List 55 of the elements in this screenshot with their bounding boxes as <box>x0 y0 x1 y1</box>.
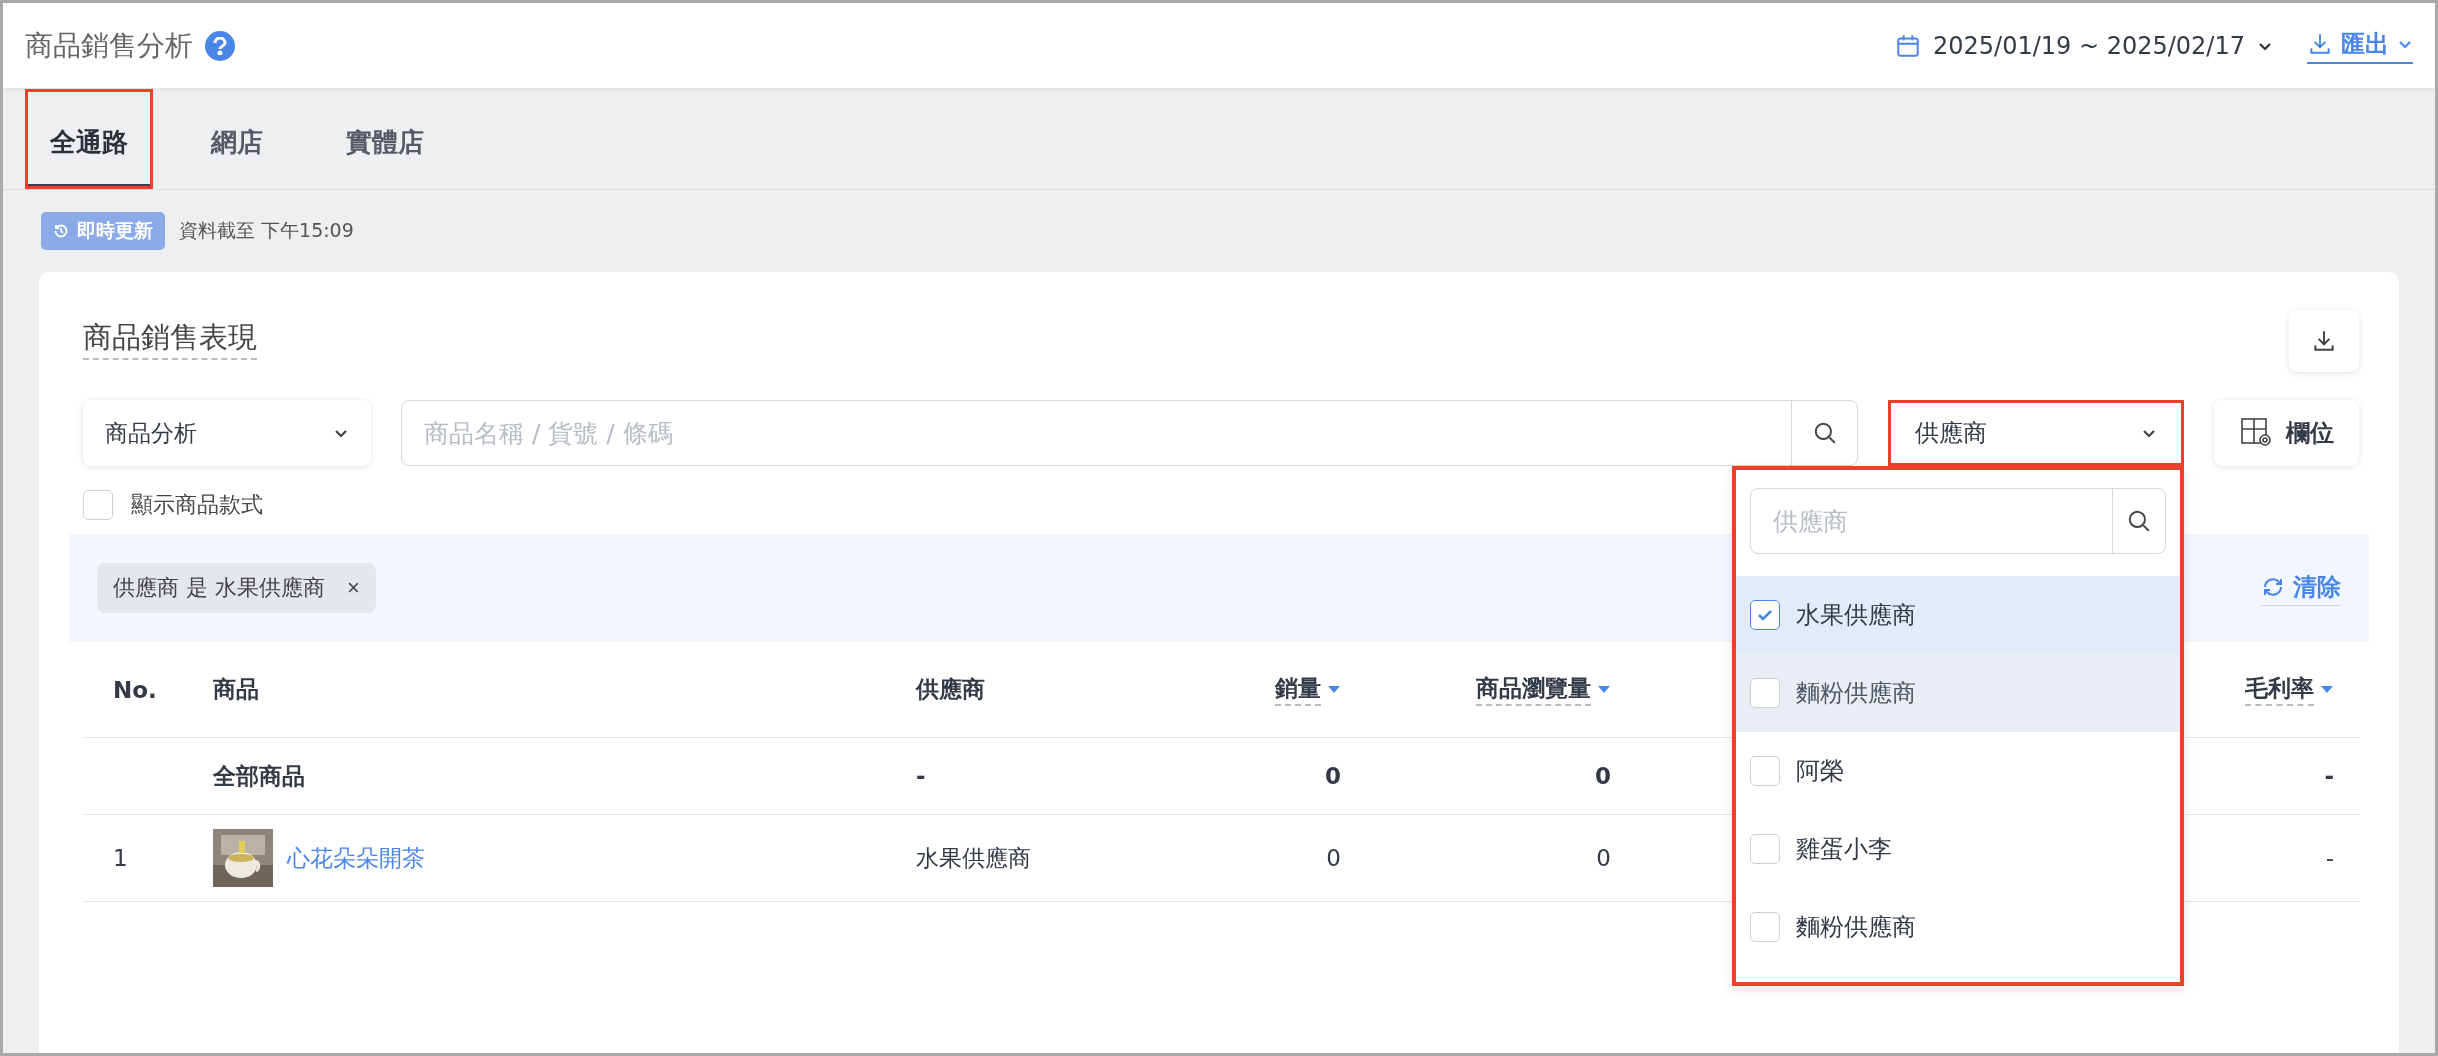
sort-down-icon[interactable] <box>2320 684 2334 695</box>
supplier-search-box[interactable]: 供應商 <box>1750 488 2166 554</box>
export-button[interactable]: 匯出 <box>2307 27 2413 64</box>
table-cell: - <box>2325 845 2334 871</box>
supplier-option[interactable]: 麵粉供應商 <box>1736 654 2180 732</box>
history-icon <box>53 223 69 239</box>
column-header: 商品 <box>213 675 259 704</box>
column-header[interactable]: 銷量 <box>1275 673 1341 706</box>
supplier-option[interactable]: 阿榮 <box>1736 732 2180 810</box>
search-box[interactable]: 商品名稱 / 貨號 / 條碼 <box>401 400 1858 466</box>
checkbox[interactable] <box>83 490 113 520</box>
download-button[interactable] <box>2289 310 2359 372</box>
column-header[interactable]: 商品瀏覽量 <box>1476 673 1611 706</box>
sort-down-icon[interactable] <box>1327 684 1341 695</box>
columns-button[interactable]: 欄位 <box>2214 400 2359 466</box>
column-header: 供應商 <box>916 675 985 704</box>
page-title: 商品銷售分析 <box>25 27 193 64</box>
data-timestamp: 資料截至 下午15:09 <box>179 218 354 243</box>
help-icon[interactable] <box>205 30 235 61</box>
remove-filter-button[interactable]: × <box>347 575 360 601</box>
row-number: 1 <box>112 845 128 871</box>
tab[interactable]: 全通路 <box>25 89 153 189</box>
table-cell: - <box>2324 763 2334 789</box>
checkbox[interactable] <box>1750 834 1780 864</box>
column-header[interactable]: 毛利率 <box>2245 673 2334 706</box>
supplier-option[interactable]: 水果供應商 <box>1736 576 2180 654</box>
product-link[interactable]: 心花朵朵開茶 <box>287 842 425 874</box>
live-update-badge: 即時更新 <box>41 212 165 250</box>
calendar-icon <box>1894 32 1921 59</box>
column-header: No. <box>112 676 157 703</box>
search-icon <box>2126 508 2152 534</box>
column-settings-icon <box>2239 417 2274 449</box>
table-cell-text: 水果供應商 <box>916 843 1031 873</box>
sort-down-icon[interactable] <box>1597 684 1611 695</box>
checkbox[interactable] <box>1750 678 1780 708</box>
download-icon <box>2311 328 2337 354</box>
filter-chip: 供應商 是 水果供應商 × <box>97 563 376 613</box>
analysis-select[interactable]: 商品分析 <box>83 400 371 466</box>
tab[interactable]: 實體店 <box>321 89 449 189</box>
date-range-picker[interactable]: 2025/01/19 ~ 2025/02/17 <box>1888 30 2279 61</box>
supplier-option[interactable]: 雞蛋小李 <box>1736 810 2180 888</box>
table-cell: 0 <box>1595 763 1611 789</box>
card-title: 商品銷售表現 <box>83 318 257 360</box>
checkbox[interactable] <box>1750 600 1780 630</box>
table-cell: 0 <box>1596 845 1611 871</box>
table-cell: 0 <box>1325 763 1341 789</box>
table-cell: - <box>916 763 926 789</box>
supplier-option[interactable]: 麵粉供應商 <box>1736 888 2180 966</box>
checkbox[interactable] <box>1750 912 1780 942</box>
table-cell-text: 全部商品 <box>213 761 305 791</box>
table-cell: 0 <box>1326 845 1341 871</box>
checkbox[interactable] <box>1750 756 1780 786</box>
checkbox-label: 顯示商品款式 <box>131 491 263 519</box>
supplier-select[interactable]: 供應商 <box>1888 400 2184 466</box>
tab[interactable]: 網店 <box>173 89 301 189</box>
